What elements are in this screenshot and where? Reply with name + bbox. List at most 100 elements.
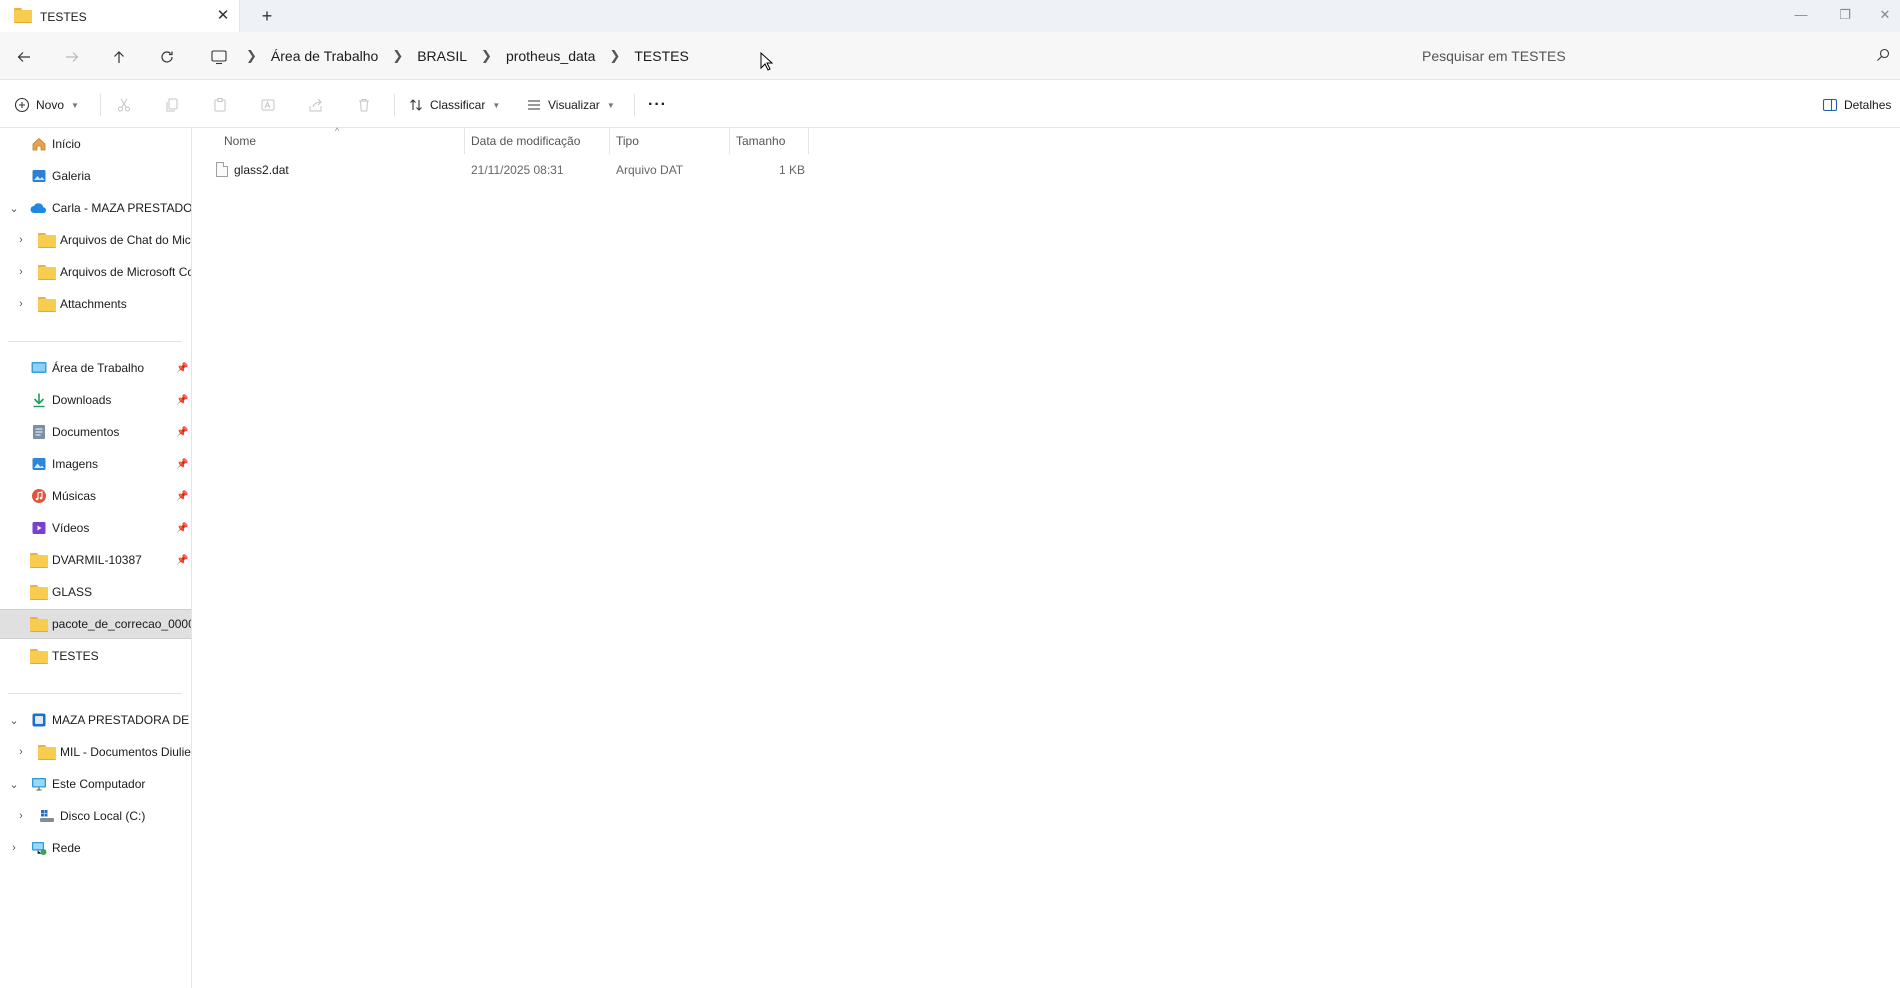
column-header-label: Data de modificação bbox=[471, 134, 581, 148]
sidebar-item-downloads[interactable]: Downloads 📌 bbox=[0, 385, 191, 415]
sidebar-item-label: Attachments bbox=[60, 297, 127, 311]
sidebar-item-disco-local[interactable]: › Disco Local (C:) bbox=[0, 801, 191, 831]
pin-icon[interactable]: 📌 bbox=[176, 491, 188, 502]
tab-close-button[interactable]: ✕ bbox=[212, 6, 234, 26]
copy-icon bbox=[166, 98, 178, 112]
cut-button[interactable] bbox=[116, 94, 132, 116]
pin-icon[interactable]: 📌 bbox=[176, 459, 188, 470]
column-divider[interactable] bbox=[609, 128, 610, 154]
up-button[interactable] bbox=[106, 44, 132, 70]
pin-icon[interactable]: 📌 bbox=[176, 427, 188, 438]
sidebar-item-label: DVARMIL-10387 bbox=[52, 553, 142, 567]
chevron-right-icon: ❯ bbox=[246, 48, 257, 63]
column-header-label: Tipo bbox=[616, 134, 639, 148]
pictures-icon bbox=[30, 456, 48, 472]
sidebar-item-testes[interactable]: TESTES bbox=[0, 641, 191, 671]
rename-button[interactable] bbox=[260, 94, 276, 116]
sidebar-item-videos[interactable]: Vídeos 📌 bbox=[0, 513, 191, 543]
delete-button[interactable] bbox=[356, 94, 372, 116]
more-options-button[interactable]: ··· bbox=[648, 94, 667, 116]
sidebar-item-attachments[interactable]: › Attachments bbox=[0, 289, 191, 319]
breadcrumb-brasil[interactable]: BRASIL bbox=[417, 48, 467, 64]
search-input[interactable]: Pesquisar em TESTES bbox=[1408, 42, 1900, 70]
table-row[interactable]: glass2.dat 21/11/2025 08:31 Arquivo DAT … bbox=[203, 158, 1003, 182]
sidebar-item-label: Imagens bbox=[52, 457, 99, 471]
paste-button[interactable] bbox=[212, 94, 228, 116]
minimize-button[interactable]: — bbox=[1786, 4, 1816, 26]
pin-icon[interactable]: 📌 bbox=[176, 523, 188, 534]
sidebar-item-pacote-de-correcao[interactable]: pacote_de_correcao_00000 bbox=[0, 609, 191, 639]
sidebar-item-label: MAZA PRESTADORA DE SERVIÇOS bbox=[52, 713, 191, 727]
sidebar-item-imagens[interactable]: Imagens 📌 bbox=[0, 449, 191, 479]
pin-icon[interactable]: 📌 bbox=[176, 363, 188, 374]
refresh-button[interactable] bbox=[154, 44, 180, 70]
column-header-label: Tamanho bbox=[736, 134, 786, 148]
share-button[interactable] bbox=[308, 94, 324, 116]
sidebar-item-glass[interactable]: GLASS bbox=[0, 577, 191, 607]
column-divider[interactable] bbox=[729, 128, 730, 154]
details-button[interactable]: Detalhes bbox=[1822, 94, 1891, 116]
sidebar-item-arquivos-microsoft[interactable]: › Arquivos de Microsoft Copilot bbox=[0, 257, 191, 287]
chevron-right-icon[interactable]: › bbox=[8, 842, 20, 854]
column-divider[interactable] bbox=[464, 128, 465, 154]
chevron-right-icon[interactable]: › bbox=[15, 298, 27, 310]
sidebar-item-galeria[interactable]: Galeria bbox=[0, 161, 191, 191]
chevron-right-icon[interactable]: › bbox=[15, 746, 27, 758]
videos-icon bbox=[30, 520, 48, 536]
sort-icon bbox=[410, 99, 422, 111]
sidebar-item-label: Arquivos de Microsoft Copilot bbox=[60, 265, 191, 279]
navigation-pane: Início Galeria ⌄ Carla - MAZA PRESTADORA… bbox=[0, 128, 192, 988]
sidebar-item-este-computador[interactable]: ⌄ Este Computador bbox=[0, 769, 191, 799]
sidebar-item-arquivos-chat[interactable]: › Arquivos de Chat do Microsoft bbox=[0, 225, 191, 255]
breadcrumb-testes[interactable]: TESTES bbox=[634, 48, 688, 64]
chevron-right-icon[interactable]: › bbox=[15, 234, 27, 246]
chevron-right-icon[interactable]: › bbox=[15, 810, 27, 822]
view-button[interactable]: Visualizar ▼ bbox=[526, 94, 615, 116]
column-divider[interactable] bbox=[808, 128, 809, 154]
forward-button[interactable] bbox=[59, 44, 85, 70]
share-icon bbox=[309, 98, 322, 112]
pin-icon[interactable]: 📌 bbox=[176, 555, 188, 566]
sidebar-item-maza-sharepoint[interactable]: ⌄ MAZA PRESTADORA DE SERVIÇOS bbox=[0, 705, 191, 735]
this-pc-button[interactable] bbox=[206, 44, 232, 70]
sidebar-item-label: TESTES bbox=[52, 649, 99, 663]
sidebar-item-rede[interactable]: › Rede bbox=[0, 833, 191, 863]
view-button-label: Visualizar bbox=[548, 98, 600, 112]
new-tab-button[interactable]: + bbox=[256, 6, 278, 26]
pin-icon[interactable]: 📌 bbox=[176, 395, 188, 406]
maximize-button[interactable]: ❐ bbox=[1830, 4, 1860, 26]
column-header-size[interactable]: Tamanho bbox=[736, 128, 816, 154]
monitor-icon bbox=[211, 50, 227, 65]
sidebar-item-musicas[interactable]: Músicas 📌 bbox=[0, 481, 191, 511]
chevron-down-icon[interactable]: ⌄ bbox=[8, 714, 20, 727]
column-header-name[interactable]: Nome bbox=[224, 128, 464, 154]
address-bar: ❯ Área de Trabalho ❯ BRASIL ❯ protheus_d… bbox=[0, 32, 1900, 80]
breadcrumb-desktop[interactable]: Área de Trabalho bbox=[271, 48, 378, 64]
divider bbox=[8, 693, 182, 694]
copy-button[interactable] bbox=[164, 94, 180, 116]
chevron-down-icon[interactable]: ⌄ bbox=[8, 202, 20, 215]
sidebar-item-label: Documentos bbox=[52, 425, 120, 439]
tab-testes[interactable]: TESTES ✕ bbox=[0, 0, 240, 32]
column-header-modified[interactable]: Data de modificação bbox=[471, 128, 611, 154]
new-button[interactable]: Novo ▼ bbox=[14, 94, 79, 116]
chevron-right-icon[interactable]: › bbox=[15, 266, 27, 278]
sidebar-item-onedrive[interactable]: ⌄ Carla - MAZA PRESTADORA bbox=[0, 193, 191, 223]
close-window-button[interactable]: ✕ bbox=[1870, 4, 1900, 26]
mouse-cursor-icon bbox=[760, 52, 774, 71]
sidebar-item-dvarmil[interactable]: DVARMIL-10387 📌 bbox=[0, 545, 191, 575]
sidebar-item-mil-documentos[interactable]: › MIL - Documentos Diulie bbox=[0, 737, 191, 767]
folder-icon bbox=[30, 648, 48, 664]
sidebar-item-inicio[interactable]: Início bbox=[0, 129, 191, 159]
sidebar-item-desktop[interactable]: Área de Trabalho 📌 bbox=[0, 353, 191, 383]
sidebar-item-label: MIL - Documentos Diulie bbox=[60, 745, 191, 759]
sidebar-item-documentos[interactable]: Documentos 📌 bbox=[0, 417, 191, 447]
documents-icon bbox=[30, 424, 48, 440]
column-header-type[interactable]: Tipo bbox=[616, 128, 736, 154]
breadcrumb-protheus-data[interactable]: protheus_data bbox=[506, 48, 596, 64]
network-icon bbox=[30, 840, 48, 856]
arrow-left-icon bbox=[17, 52, 30, 62]
back-button[interactable] bbox=[11, 44, 37, 70]
sort-button[interactable]: Classificar ▼ bbox=[408, 94, 500, 116]
chevron-down-icon[interactable]: ⌄ bbox=[8, 778, 20, 791]
